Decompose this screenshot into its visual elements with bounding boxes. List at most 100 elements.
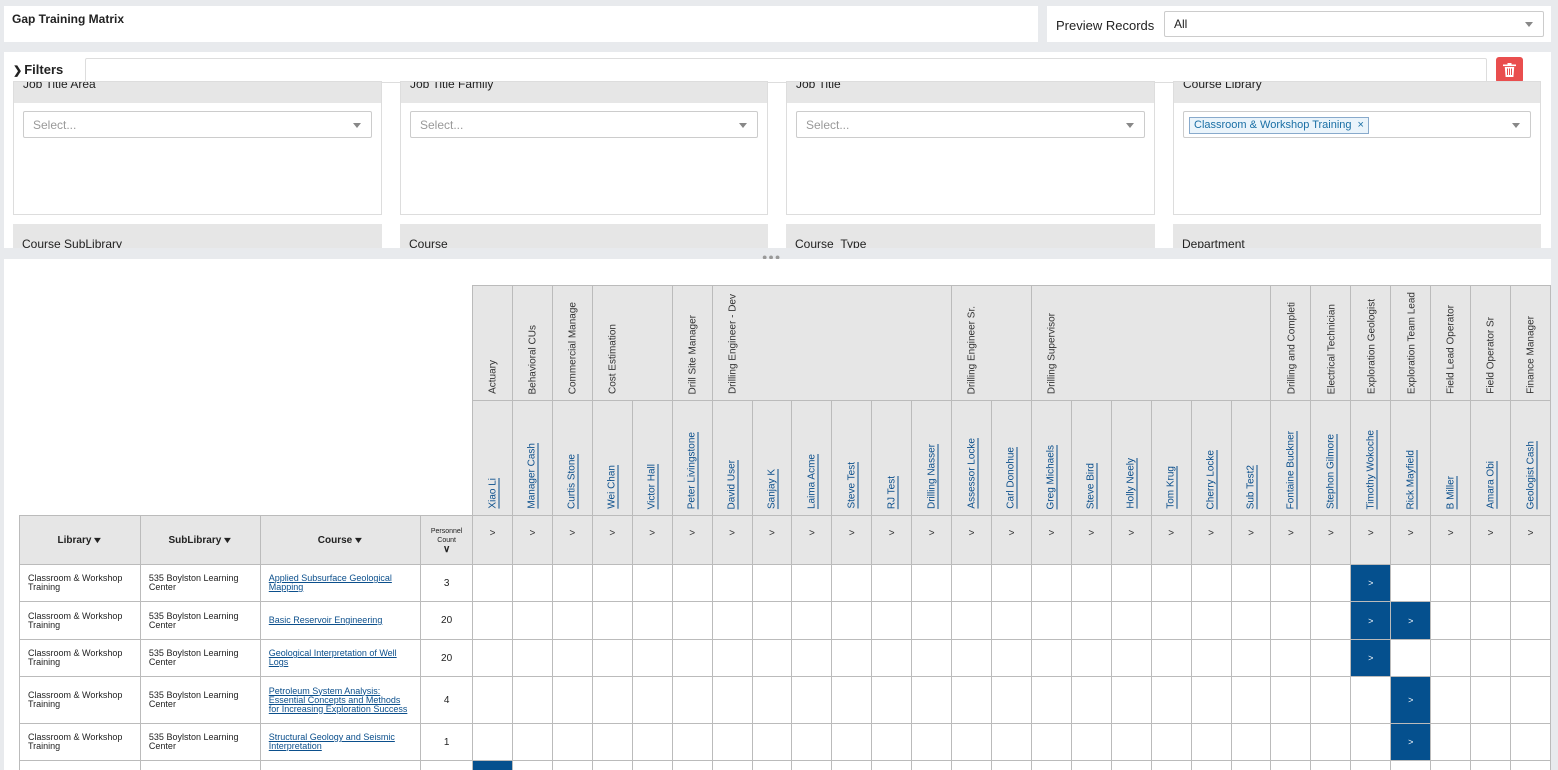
person-link[interactable]: Victor Hall [647,464,658,509]
filters-toggle[interactable]: ❯ Filters [13,62,63,77]
chip-remove-icon[interactable]: × [1358,119,1364,131]
matrix-cell [791,564,833,602]
person-expand-button[interactable]: > [1270,515,1312,565]
gap-cell[interactable]: > [1390,676,1432,724]
person-link[interactable]: Assessor Locke [966,438,977,509]
course-link[interactable]: Applied Subsurface Geological Mapping [269,573,392,592]
matrix-cell [991,760,1032,770]
person-link[interactable]: Sanjay K [766,469,777,509]
person-link[interactable]: Timothy Wokoche [1365,430,1376,509]
person-expand-button[interactable]: > [1230,515,1272,565]
person-link[interactable]: Amara Obi [1485,461,1496,509]
gap-cell[interactable]: > [1350,639,1392,677]
matrix-cell [911,676,953,724]
person-expand-button[interactable]: > [1350,515,1392,565]
person-link[interactable]: RJ Test [886,476,897,509]
person-expand-button[interactable]: > [671,515,713,565]
preview-records-select[interactable]: All [1164,11,1544,37]
clear-filters-button[interactable] [1496,57,1523,83]
sublibrary-cell: 535 Boylston Learning Center [139,676,261,724]
person-link[interactable]: Fontaine Buckner [1285,431,1296,509]
person-header: Peter Livingstone [671,400,713,516]
course-link[interactable]: Geological Interpretation of Well Logs [269,648,397,667]
matrix-cell [751,760,793,770]
person-link[interactable]: Holly Neely [1126,458,1137,509]
person-link[interactable]: Laima Acme [806,454,817,509]
person-expand-button[interactable]: > [991,515,1032,565]
selected-chip[interactable]: Classroom & Workshop Training × [1189,117,1369,134]
person-expand-button[interactable]: > [551,515,593,565]
column-header-label: Personnel Count [430,527,463,544]
job-title-select[interactable]: Select... [796,111,1145,138]
course-link[interactable]: Petroleum System Analysis: Essential Con… [269,686,408,714]
person-link[interactable]: Manager Cash [527,443,538,509]
person-expand-button[interactable]: > [631,515,673,565]
person-expand-button[interactable]: > [1030,515,1072,565]
matrix-cell [591,564,633,602]
course-library-select[interactable]: Classroom & Workshop Training × [1183,111,1531,138]
person-link[interactable]: Xiao Li [487,478,498,509]
person-expand-button[interactable]: > [951,515,993,565]
person-expand-button[interactable]: > [1470,515,1512,565]
person-expand-button[interactable]: > [1390,515,1432,565]
gap-cell[interactable]: > [1390,601,1432,640]
person-expand-button[interactable]: > [1430,515,1472,565]
person-expand-button[interactable]: > [791,515,833,565]
person-expand-button[interactable]: > [831,515,873,565]
person-link[interactable]: Tom Krug [1166,466,1177,509]
person-link[interactable]: Cherry Locke [1206,450,1217,509]
gap-cell[interactable]: > [1390,723,1432,761]
person-link[interactable]: Curtis Stone [567,454,578,509]
library-cell: Classroom & Workshop Training [19,564,141,602]
person-link[interactable]: David User [727,460,738,509]
job-title-area-select[interactable]: Select... [23,111,372,138]
filter-course-library: Course Library Classroom & Workshop Trai… [1173,81,1541,215]
person-expand-button[interactable]: > [1150,515,1192,565]
gap-cell[interactable]: > [1350,564,1392,602]
library-column-header[interactable]: Library▼ [19,515,141,565]
course-column-header[interactable]: Course▼ [259,515,422,565]
person-expand-button[interactable]: > [591,515,633,565]
job-title-family-select[interactable]: Select... [410,111,758,138]
column-header-label: SubLibrary [168,534,222,546]
filter-summary-bar[interactable] [85,58,1487,83]
person-link[interactable]: Geologist Cash [1525,441,1536,509]
person-link[interactable]: Steve Test [846,462,857,509]
person-expand-button[interactable]: > [1070,515,1112,565]
person-expand-button[interactable]: > [1310,515,1352,565]
person-link[interactable]: B Miller [1445,476,1456,509]
matrix-cell [1190,639,1232,677]
person-expand-button[interactable]: > [1190,515,1232,565]
course-link[interactable]: Basic Reservoir Engineering [269,615,383,625]
person-link[interactable]: Steve Bird [1086,463,1097,509]
matrix-cell [1510,564,1551,602]
person-expand-button[interactable]: > [472,515,513,565]
person-link[interactable]: Drilling Nasser [926,444,937,509]
gap-cell[interactable]: > [1350,601,1392,640]
job-title-group-header: Exploration Team Lead [1390,285,1432,401]
person-link[interactable]: Stephon Gilmore [1325,434,1336,509]
matrix-cell [1310,639,1352,677]
sublibrary-column-header[interactable]: SubLibrary▼ [139,515,261,565]
gap-cell[interactable]: > [472,760,513,770]
chevron-down-icon [1525,22,1533,27]
matrix-cell [991,601,1032,640]
person-expand-button[interactable]: > [711,515,753,565]
person-link[interactable]: Sub Test2 [1246,465,1257,509]
person-expand-button[interactable]: > [1510,515,1551,565]
job-title-group-header: Exploration Geologist [1350,285,1392,401]
person-expand-button[interactable]: > [871,515,913,565]
person-link[interactable]: Peter Livingstone [687,432,698,509]
personnel-count-column-header[interactable]: Personnel Count ∨ [420,515,474,565]
person-link[interactable]: Rick Mayfield [1405,450,1416,509]
person-link[interactable]: Greg Michaels [1046,445,1057,509]
person-link[interactable]: Wei Chan [607,465,618,509]
app-root: Gap Training Matrix Preview Records All … [0,0,1558,770]
course-link[interactable]: Structural Geology and Seismic Interpret… [269,732,395,751]
person-header: Laima Acme [791,400,833,516]
person-expand-button[interactable]: > [751,515,793,565]
person-expand-button[interactable]: > [911,515,953,565]
person-link[interactable]: Carl Donohue [1006,447,1017,509]
person-expand-button[interactable]: > [511,515,553,565]
person-expand-button[interactable]: > [1110,515,1152,565]
